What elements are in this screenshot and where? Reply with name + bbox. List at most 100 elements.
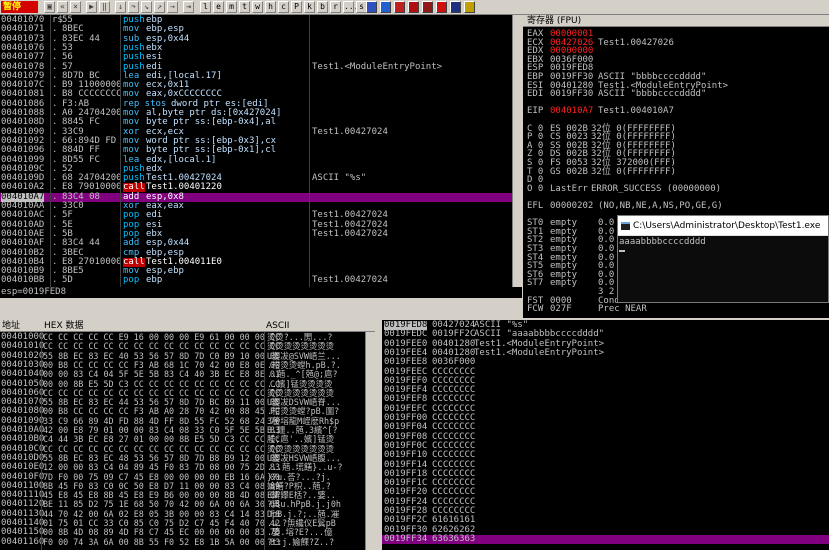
pause-icon[interactable]: ‖: [99, 1, 110, 13]
execute-till-return-icon[interactable]: →: [167, 1, 178, 13]
dump-scrollbar[interactable]: [365, 332, 375, 550]
toolbar-button-1[interactable]: e: [213, 1, 224, 13]
toolbar-button-7[interactable]: P: [291, 1, 302, 13]
disasm-row[interactable]: 00401077. 56 push esi: [0, 53, 512, 62]
disasm-hex: 56: [62, 52, 73, 63]
dump-address: 00401160: [1, 536, 45, 547]
goto-address-icon[interactable]: ⇥: [183, 1, 194, 13]
disasm-row[interactable]: 004010AA. 33C0 xor eax,eax: [0, 202, 512, 211]
register-row[interactable]: FCW 027F Prec NEAR: [523, 305, 829, 314]
stack-address: 0019FF2C: [384, 515, 428, 526]
disasm-row[interactable]: 00401076. 53 push ebx: [0, 43, 512, 53]
dump-row[interactable]: 00401010 CC CC CC CC CC CC CC CC CC CC CC…: [0, 342, 365, 351]
console-body[interactable]: aaaabbbbccccdddd: [618, 236, 828, 302]
disasm-mark: .: [52, 145, 58, 156]
disasm-row[interactable]: 004010AC. 5F pop edi Test1.00427024: [0, 211, 512, 220]
dump-header-hex: HEX 数据: [44, 321, 84, 331]
stack-row[interactable]: 0019FF34 63636363: [382, 534, 829, 544]
registers-header: 寄存器 (FPU): [523, 15, 829, 27]
disasm-mnemonic: pop: [123, 210, 140, 221]
options-icon[interactable]: [366, 1, 377, 13]
plugin1-icon[interactable]: [394, 1, 405, 13]
disasm-address: 00401071: [1, 24, 45, 35]
help-icon[interactable]: [464, 1, 475, 13]
open-icon[interactable]: ▣: [44, 1, 55, 13]
disasm-mark: .: [52, 24, 58, 35]
dump-ascii: 腄;扈'..嬪]锰烫: [267, 434, 335, 445]
dump-row[interactable]: 00401150 00 8B 4D 08 89 4D F8 C7 45 EC 00…: [0, 528, 365, 537]
dump-address: 00401150: [1, 527, 45, 538]
disasm-row[interactable]: 004010BB. 5D pop ebp Test1.00427024: [0, 276, 512, 285]
disasm-divider-1: [50, 15, 51, 287]
disasm-row[interactable]: 004010AF. 83C4 44 add esp,0x44: [0, 239, 512, 248]
stack-comment: ASCII "aaaabbbbccccdddd": [474, 329, 605, 340]
toolbar-button-11[interactable]: ...: [343, 1, 358, 13]
trace-into-icon[interactable]: ↘: [141, 1, 152, 13]
disasm-mnemonic: pop: [123, 275, 140, 286]
register-name: FCW: [527, 304, 544, 315]
disasm-operands: ebp,esp: [146, 24, 184, 35]
disasm-row[interactable]: 004010AD. 5E pop esi Test1.00427024: [0, 220, 512, 230]
stack-address: 0019FF10: [384, 450, 428, 461]
toolbar-button-3[interactable]: t: [239, 1, 250, 13]
plugin5-icon[interactable]: [450, 1, 461, 13]
disasm-row[interactable]: 00401071. 8BEC mov ebp,esp: [0, 25, 512, 34]
plugin2-icon[interactable]: [408, 1, 419, 13]
dump-address: 004010E0: [1, 462, 45, 473]
disasm-row[interactable]: 004010B9. 8BE5 mov esp,ebp: [0, 267, 512, 276]
disassembly-pane[interactable]: 00401070 r$ 55 push ebp 00401071. 8BEC mov ebp,e…: [0, 15, 512, 287]
console-window[interactable]: C:\Users\Administrator\Desktop\Test1.exe…: [617, 215, 829, 303]
stack-value: 61616161: [432, 515, 476, 526]
dump-pane[interactable]: 00401000 CC CC CC CC CC E9 16 00 00 00 E9…: [0, 332, 365, 550]
disasm-comment: Test1.00427024: [312, 210, 388, 221]
disasm-operands: ebp: [146, 275, 163, 286]
toolbar-button-2[interactable]: m: [226, 1, 237, 13]
dump-ascii: ...兡.塃饍}..u-?: [267, 462, 343, 473]
stack-row[interactable]: 0019FEE8 0036F000: [382, 358, 829, 367]
disasm-row[interactable]: 00401073. 83EC 44 sub esp,0x44: [0, 34, 512, 44]
step-into-icon[interactable]: ↓: [115, 1, 126, 13]
run-icon[interactable]: ▶: [86, 1, 97, 13]
toolbar-button-5[interactable]: h: [265, 1, 276, 13]
dump-row[interactable]: 004010E0 12 00 00 83 C4 04 89 45 F0 83 7D…: [0, 463, 365, 472]
plugin4-icon[interactable]: [436, 1, 447, 13]
disasm-mnemonic: push: [123, 52, 145, 63]
disasm-row[interactable]: 00401096. 884D FF mov byte ptr ss:[ebp-0x1]…: [0, 146, 512, 155]
toolbar-button-9[interactable]: b: [317, 1, 328, 13]
stack-value: CCCCCCCC: [432, 422, 476, 433]
stack-row[interactable]: 0019FF2C 61616161: [382, 516, 829, 525]
stack-pane[interactable]: 0019FED8 00427024 ASCII "%s" 0019FEDC 0019FF…: [382, 320, 829, 550]
stack-row[interactable]: 0019FEDC 0019FF2C ASCII "aaaabbbbccccdddd": [382, 330, 829, 339]
toolbar-button-8[interactable]: k: [304, 1, 315, 13]
disasm-mnemonic: mov: [123, 117, 140, 128]
disasm-row[interactable]: 00401099. 8D55 FC lea edx,[local.1]: [0, 155, 512, 165]
disasm-divider-3: [309, 15, 310, 287]
dump-row[interactable]: 00401160 F0 00 74 3A 6A 00 8B 55 F0 52 E8…: [0, 536, 365, 547]
console-icon: [621, 222, 630, 230]
disasm-row[interactable]: 0040108D. 8845 FC mov byte ptr ss:[ebp-0x4]…: [0, 118, 512, 127]
toolbar-button-6[interactable]: c: [278, 1, 289, 13]
stack-row[interactable]: 0019FF04 CCCCCCCC: [382, 423, 829, 432]
restart-icon[interactable]: «: [57, 1, 68, 13]
dump-ascii: .婱.塎?E?...億: [267, 527, 333, 538]
console-titlebar[interactable]: C:\Users\Administrator\Desktop\Test1.exe: [618, 216, 828, 236]
step-over-icon[interactable]: ↷: [128, 1, 139, 13]
disassembly-scrollbar[interactable]: [512, 15, 522, 287]
trace-over-icon[interactable]: ↗: [154, 1, 165, 13]
plugin3-icon[interactable]: [422, 1, 433, 13]
stack-row[interactable]: 0019FF10 CCCCCCCC: [382, 451, 829, 460]
disasm-operands: esp,0x44: [146, 238, 190, 249]
dump-row[interactable]: 00401040 00 00 83 C4 04 5F 5E 5B 83 C4 40…: [0, 370, 365, 379]
disasm-comment: Test1.<ModuleEntryPoint>: [312, 61, 443, 72]
appearance-icon[interactable]: [380, 1, 391, 13]
disasm-mnemonic: mov: [123, 24, 140, 35]
toolbar-button-0[interactable]: l: [200, 1, 211, 13]
disasm-address: 00401096: [1, 145, 45, 156]
disasm-comment: Test1.00427024: [312, 228, 388, 239]
close-icon[interactable]: ×: [70, 1, 81, 13]
toolbar-button-10[interactable]: r: [330, 1, 341, 13]
dump-row[interactable]: 004010B0 C4 44 3B EC E8 27 01 00 00 8B E5…: [0, 435, 365, 444]
toolbar-button-4[interactable]: w: [252, 1, 263, 13]
disasm-operands: esi: [146, 52, 163, 63]
disasm-mark: .: [52, 117, 58, 128]
